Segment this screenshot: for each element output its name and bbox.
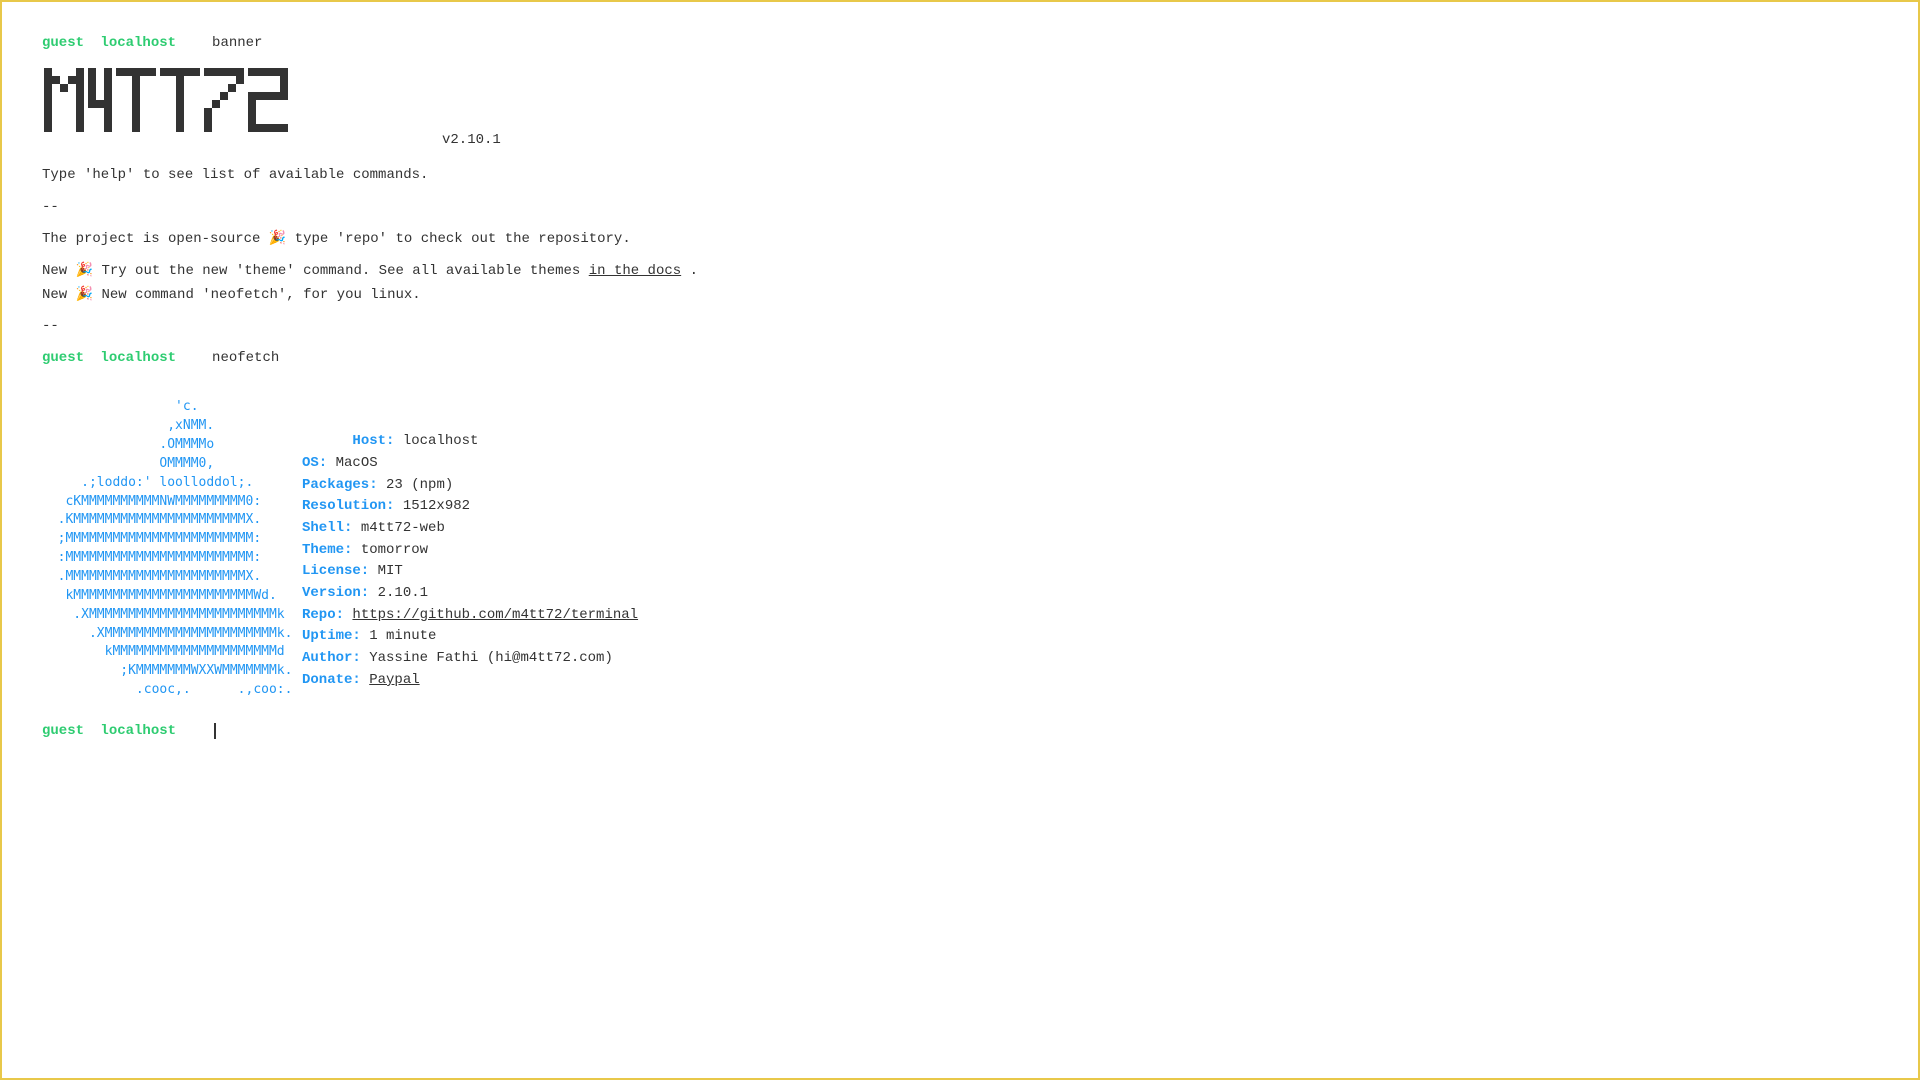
version-label: Version: [302,585,369,601]
new-theme-msg: New 🎉 Try out the new 'theme' command. S… [42,260,1878,308]
neofetch-info-panel: Host: localhost OS: MacOS Packages: 23 (… [302,380,638,714]
prompt-user: guest [42,32,84,54]
neofetch-output: 'c. ,xNMM. .OMMMMo OMMMM0, .;loddo:' loo… [42,380,1878,714]
prompt-host-3: localhost [100,723,176,739]
theme-val: tomorrow [361,542,428,558]
banner-logo-svg [42,66,432,156]
in-the-docs-link[interactable]: in the docs [589,263,681,279]
resolution-label: Resolution: [302,498,394,514]
shell-label: Shell: [302,520,352,536]
neofetch-command: neofetch [212,347,279,369]
prompt-user-3: guest [42,723,84,739]
author-val: Yassine Fathi (hi@m4tt72.com) [369,650,613,666]
separator-2: -- [42,315,1878,339]
packages-val: 23 (npm) [386,477,453,493]
prompt-host-2: localhost [100,347,176,369]
author-label: Author: [302,650,361,666]
host-val: localhost [403,433,479,449]
prompt-neofetch-line: guest localhost neofetch [42,347,1878,369]
prompt-host: localhost [100,32,176,54]
input-prompt-line[interactable]: guest localhost [42,723,1878,739]
shell-val: m4tt72-web [361,520,445,536]
prompt-at [88,32,96,54]
uptime-label: Uptime: [302,628,361,644]
license-label: License: [302,563,369,579]
donate-link[interactable]: Paypal [369,672,419,688]
version-val: 2.10.1 [378,585,428,601]
prompt-space-2 [88,347,96,369]
help-hint: Type 'help' to see list of available com… [42,164,1878,188]
license-val: MIT [378,563,403,579]
uptime-val: 1 minute [369,628,436,644]
separator-1: -- [42,196,1878,220]
donate-label: Donate: [302,672,361,688]
prompt-banner-line: guest localhost banner [42,32,1878,54]
repo-label: Repo: [302,607,344,623]
banner-command: banner [212,32,262,54]
os-label: OS: [302,455,327,471]
resolution-val: 1512x982 [403,498,470,514]
prompt-user-2: guest [42,347,84,369]
opensource-msg: The project is open-source 🎉 type 'repo'… [42,228,1878,252]
os-val: MacOS [336,455,378,471]
terminal-container: guest localhost banner [22,22,1898,749]
host-label: Host: [352,433,394,449]
banner-version: v2.10.1 [442,132,501,148]
text-cursor [214,723,216,739]
repo-url-link[interactable]: https://github.com/m4tt72/terminal [352,607,638,623]
theme-label: Theme: [302,542,352,558]
banner-logo-container: v2.10.1 [42,66,1878,156]
neofetch-ascii-art: 'c. ,xNMM. .OMMMMo OMMMM0, .;loddo:' loo… [42,380,302,714]
packages-label: Packages: [302,477,378,493]
